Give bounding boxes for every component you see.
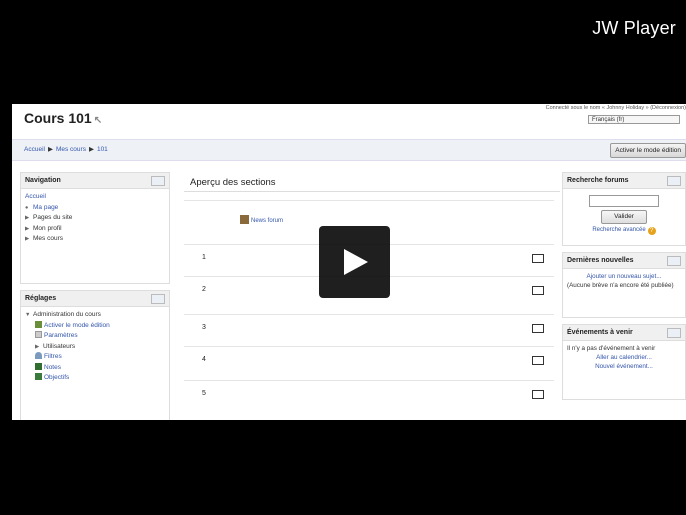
course-admin-heading: Administration du cours [33, 311, 101, 318]
document-icon [35, 331, 42, 338]
course-title: Cours 101 ↖ [24, 110, 103, 126]
nav-home-link: Accueil [25, 193, 46, 200]
settings-block: Réglages ▼ Administration du cours Active… [20, 290, 170, 420]
edit-mode-button: Activer le mode édition [610, 143, 686, 158]
video-player[interactable]: JW Player Cours 101 ↖ Connecté sous le no… [0, 0, 686, 515]
latest-news-body: Ajouter un nouveau sujet... (Aucune brèv… [563, 269, 685, 293]
settings-item-outcomes: Objectifs [44, 374, 70, 381]
block-dock-icon [667, 176, 681, 186]
settings-block-header: Réglages [21, 291, 169, 307]
section-number: 3 [202, 324, 206, 331]
settings-block-body: ▼ Administration du cours Activer le mode… [21, 307, 169, 387]
breadcrumb-separator-icon: ▶ [88, 146, 94, 153]
help-icon: ? [647, 227, 656, 235]
breadcrumb-my-courses: Mes cours [55, 146, 86, 153]
forum-search-input [589, 195, 659, 207]
section-toggle-icon [532, 254, 544, 263]
navbar: Accueil ▶ Mes cours ▶ 101 Activer le mode éd… [12, 139, 686, 161]
pencil-icon [35, 320, 42, 328]
outcomes-icon [35, 373, 42, 380]
settings-item-grades: Notes [44, 363, 61, 371]
section-row: 3 [184, 314, 554, 345]
calendar-link: Aller au calendrier... [596, 354, 652, 361]
settings-item-edit-mode: Activer le mode édition [44, 321, 110, 329]
grades-icon [35, 362, 42, 370]
nav-item-my-profile: Mon profil [33, 224, 62, 232]
search-forums-block: Recherche forums Valider Recherche avanc… [562, 172, 686, 246]
section-toggle-icon [532, 356, 544, 365]
page-header: Cours 101 ↖ Connecté sous le nom « Johnny… [12, 104, 686, 140]
nav-item-my-courses: Mes cours [33, 235, 63, 242]
latest-news-block: Dernières nouvelles Ajouter un nouveau s… [562, 252, 686, 318]
block-dock-icon [151, 294, 165, 304]
search-forums-header: Recherche forums [563, 173, 685, 189]
add-topic-link: Ajouter un nouveau sujet... [586, 273, 662, 280]
section-number: 2 [202, 286, 206, 293]
block-dock-icon [667, 256, 681, 266]
bullet-icon: ● [25, 204, 29, 211]
breadcrumb-course: 101 [96, 146, 108, 153]
section-number: 1 [202, 254, 206, 261]
block-dock-icon [667, 328, 681, 338]
advanced-search: Recherche avancée? [563, 227, 685, 235]
nav-item-site-pages: Pages du site [33, 214, 73, 221]
login-info: Connecté sous le nom « Johnny Holiday » … [545, 105, 686, 111]
section-number: 4 [202, 356, 206, 363]
right-column: Recherche forums Valider Recherche avanc… [562, 172, 686, 400]
settings-item-filters: Filtres [44, 353, 62, 360]
no-events-text: Il n'y a pas d'événement à venir [567, 345, 656, 352]
play-button[interactable] [319, 226, 390, 298]
news-forum-link: News forum [240, 215, 283, 224]
breadcrumb: Accueil ▶ Mes cours ▶ 101 [24, 145, 108, 153]
navigation-block: Navigation Accueil ● Ma page ▶ Pages du si… [20, 172, 170, 284]
breadcrumb-home: Accueil [24, 146, 45, 153]
play-icon [344, 249, 368, 275]
expand-arrow-icon: ▶ [25, 225, 30, 232]
breadcrumb-separator-icon: ▶ [47, 146, 53, 153]
upcoming-events-block: Événements à venir Il n'y a pas d'événem… [562, 324, 686, 400]
no-news-text: (Aucune brève n'a encore été publiée) [567, 282, 674, 289]
player-brand: JW Player [592, 18, 676, 38]
advanced-search-link: Recherche avancée [592, 227, 646, 233]
expand-arrow-icon: ▶ [25, 236, 30, 242]
navigation-block-header: Navigation [21, 173, 169, 189]
section-toggle-icon [532, 286, 544, 295]
validate-button: Valider [601, 210, 647, 224]
navigation-block-body: Accueil ● Ma page ▶ Pages du site ▶ Mon pro… [21, 189, 169, 248]
section-toggle-icon [532, 390, 544, 399]
new-event-link: Nouvel événement... [595, 363, 653, 370]
cursor-icon: ↖ [93, 115, 103, 126]
expand-arrow-icon: ▶ [25, 215, 30, 221]
upcoming-events-header: Événements à venir [563, 325, 685, 341]
latest-news-header: Dernières nouvelles [563, 253, 685, 269]
settings-item-parameters: Paramètres [44, 332, 78, 339]
forum-icon [240, 215, 249, 224]
section-number: 5 [202, 390, 206, 397]
expand-arrow-icon: ▶ [35, 343, 40, 350]
nav-item-my-page: Ma page [33, 203, 59, 211]
language-select: Français (fr) [588, 115, 680, 124]
section-row: 4 [184, 346, 554, 377]
filter-icon [35, 352, 42, 359]
section-row: 5 [184, 380, 554, 411]
collapse-arrow-icon: ▼ [25, 312, 31, 318]
block-dock-icon [151, 176, 165, 186]
upcoming-events-body: Il n'y a pas d'événement à venir Aller a… [563, 341, 685, 374]
sections-title: Aperçu des sections [184, 172, 560, 192]
section-toggle-icon [532, 324, 544, 333]
settings-item-users: Utilisateurs [43, 342, 76, 350]
